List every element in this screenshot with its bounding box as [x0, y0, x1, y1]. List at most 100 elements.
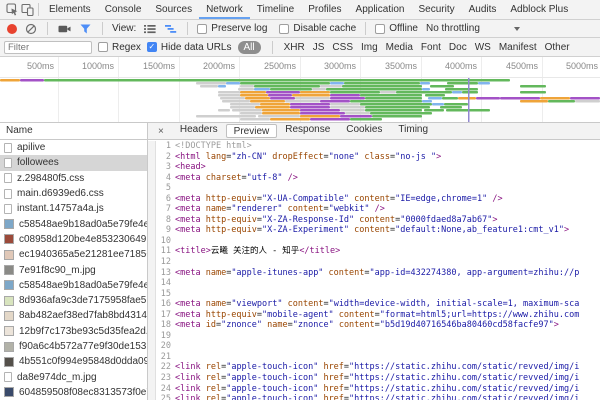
- record-button[interactable]: [7, 24, 17, 34]
- source-viewer[interactable]: 1<!DOCTYPE html>2<html lang="zh-CN" drop…: [148, 140, 600, 400]
- request-row[interactable]: 7e91f8c90_m.jpg: [0, 262, 147, 277]
- type-filter-css[interactable]: CSS: [332, 42, 353, 53]
- request-row[interactable]: followees: [0, 155, 147, 170]
- request-row[interactable]: f90a6c4b572a77e9f30de153...: [0, 339, 147, 354]
- filter-input[interactable]: [4, 41, 92, 54]
- tab-application[interactable]: Application: [349, 0, 412, 19]
- type-filter-manifest[interactable]: Manifest: [499, 42, 537, 53]
- checkbox-preserve-log[interactable]: Preserve log: [197, 23, 267, 34]
- type-filter-xhr[interactable]: XHR: [284, 42, 305, 53]
- code-line: 11<title>云曦 关注的人 - 知乎</title>: [148, 246, 600, 257]
- name-column-header[interactable]: Name: [0, 123, 147, 140]
- gutter: [148, 173, 156, 184]
- request-row[interactable]: 8ab482aef38ed7fab8bd4314...: [0, 308, 147, 323]
- show-overview-icon[interactable]: [163, 21, 178, 36]
- request-row[interactable]: 604859508f08ec8313573f0e7...: [0, 385, 147, 400]
- inspect-element-icon[interactable]: [5, 2, 20, 17]
- throttling-select[interactable]: No throttling: [426, 23, 520, 34]
- request-name: c08958d120be4e853230649...: [19, 234, 147, 245]
- ruler-tick-label: 500ms: [0, 61, 54, 71]
- line-number: 13: [156, 268, 175, 279]
- gutter: [148, 183, 156, 194]
- type-filter-js[interactable]: JS: [313, 42, 325, 53]
- gutter: [148, 268, 156, 279]
- line-number: 7: [156, 204, 175, 215]
- code-text: <meta charset="utf-8" />: [175, 173, 600, 184]
- tab-security[interactable]: Security: [411, 0, 461, 19]
- type-filter-all[interactable]: All: [238, 41, 261, 54]
- code-line: 20: [148, 341, 600, 352]
- line-number: 18: [156, 320, 175, 331]
- detail-tab-response[interactable]: Response: [277, 124, 338, 138]
- type-filter-doc[interactable]: Doc: [449, 42, 467, 53]
- code-text: <html lang="zh-CN" dropEffect="none" cla…: [175, 152, 600, 163]
- unchecked-checkbox-icon[interactable]: [375, 24, 385, 34]
- line-number: 25: [156, 394, 175, 400]
- detail-tab-headers[interactable]: Headers: [172, 124, 226, 138]
- request-row[interactable]: 8d936afa9c3de7175958fae5...: [0, 293, 147, 308]
- network-main-area: Name apilive followees z.298480f5.css main.…: [0, 123, 600, 400]
- unchecked-checkbox-icon[interactable]: [197, 24, 207, 34]
- checkbox-offline[interactable]: Offline: [375, 23, 418, 34]
- request-row[interactable]: apilive: [0, 140, 147, 155]
- document-file-icon: [4, 204, 12, 214]
- line-number: 1: [156, 141, 175, 152]
- code-text: <meta name="renderer" content="webkit" /…: [175, 204, 600, 215]
- tab-elements[interactable]: Elements: [42, 0, 98, 19]
- checkbox-regex[interactable]: Regex: [98, 42, 141, 53]
- request-row[interactable]: main.d6939ed6.css: [0, 186, 147, 201]
- request-row[interactable]: ec1940365a5e21281ee71856...: [0, 247, 147, 262]
- request-row[interactable]: da8e974dc_m.jpg: [0, 369, 147, 384]
- type-filter-img[interactable]: Img: [361, 42, 378, 53]
- type-filter-font[interactable]: Font: [421, 42, 441, 53]
- type-filter-media[interactable]: Media: [386, 42, 413, 53]
- filter-icon[interactable]: [78, 21, 93, 36]
- tab-profiles[interactable]: Profiles: [301, 0, 348, 19]
- code-text: [175, 341, 600, 352]
- detail-tab-cookies[interactable]: Cookies: [338, 124, 390, 138]
- code-text: <link rel="apple-touch-icon" href="https…: [175, 362, 600, 373]
- checked-checkbox-icon[interactable]: ✓: [147, 42, 157, 52]
- unchecked-checkbox-icon[interactable]: [98, 42, 108, 52]
- code-text: <!DOCTYPE html>: [175, 141, 600, 152]
- capture-screenshots-icon[interactable]: [57, 21, 72, 36]
- tab-console[interactable]: Console: [98, 0, 149, 19]
- request-row[interactable]: z.298480f5.css: [0, 171, 147, 186]
- tab-timeline[interactable]: Timeline: [250, 0, 301, 19]
- type-filter-other[interactable]: Other: [545, 42, 570, 53]
- detail-tab-timing[interactable]: Timing: [390, 124, 436, 138]
- request-row[interactable]: 12b9f7c173be93c5d35fea2d...: [0, 324, 147, 339]
- tab-sources[interactable]: Sources: [148, 0, 199, 19]
- request-name: main.d6939ed6.css: [17, 188, 104, 199]
- checkbox-disable-cache[interactable]: Disable cache: [279, 23, 356, 34]
- checkbox-hide-data-urls[interactable]: ✓Hide data URLs: [147, 42, 232, 53]
- type-filter-ws[interactable]: WS: [475, 42, 491, 53]
- request-row[interactable]: c08958d120be4e853230649...: [0, 232, 147, 247]
- toolbar-divider: [38, 3, 39, 16]
- tab-audits[interactable]: Audits: [462, 0, 504, 19]
- line-number: 24: [156, 384, 175, 395]
- network-overview[interactable]: 500ms1000ms1500ms2000ms2500ms3000ms3500m…: [0, 57, 600, 123]
- detail-tab-preview[interactable]: Preview: [226, 124, 278, 138]
- request-row[interactable]: c58548ae9b18ad0a5e79fe4e...: [0, 278, 147, 293]
- unchecked-checkbox-icon[interactable]: [279, 24, 289, 34]
- image-file-icon: [4, 280, 14, 290]
- device-toolbar-icon[interactable]: [20, 2, 35, 17]
- request-name: followees: [17, 157, 59, 168]
- clear-icon[interactable]: [23, 21, 38, 36]
- request-row[interactable]: 4b551c0f994e95848d0dda09...: [0, 354, 147, 369]
- code-line: 4<meta charset="utf-8" />: [148, 173, 600, 184]
- ruler-tick-label: 3000ms: [300, 61, 356, 71]
- large-rows-view-icon[interactable]: [142, 21, 157, 36]
- document-file-icon: [4, 173, 12, 183]
- code-line: 22<link rel="apple-touch-icon" href="htt…: [148, 362, 600, 373]
- code-line: 6<meta http-equiv="X-UA-Compatible" cont…: [148, 194, 600, 205]
- request-name: 7e91f8c90_m.jpg: [19, 265, 96, 276]
- request-row[interactable]: instant.14757a4a.js: [0, 201, 147, 216]
- code-text: <head>: [175, 162, 600, 173]
- tab-network[interactable]: Network: [199, 0, 250, 19]
- close-detail-icon[interactable]: ×: [150, 126, 172, 137]
- tab-adblock-plus[interactable]: Adblock Plus: [503, 0, 575, 19]
- image-file-icon: [4, 311, 14, 321]
- request-row[interactable]: c58548ae9b18ad0a5e79fe4e...: [0, 216, 147, 231]
